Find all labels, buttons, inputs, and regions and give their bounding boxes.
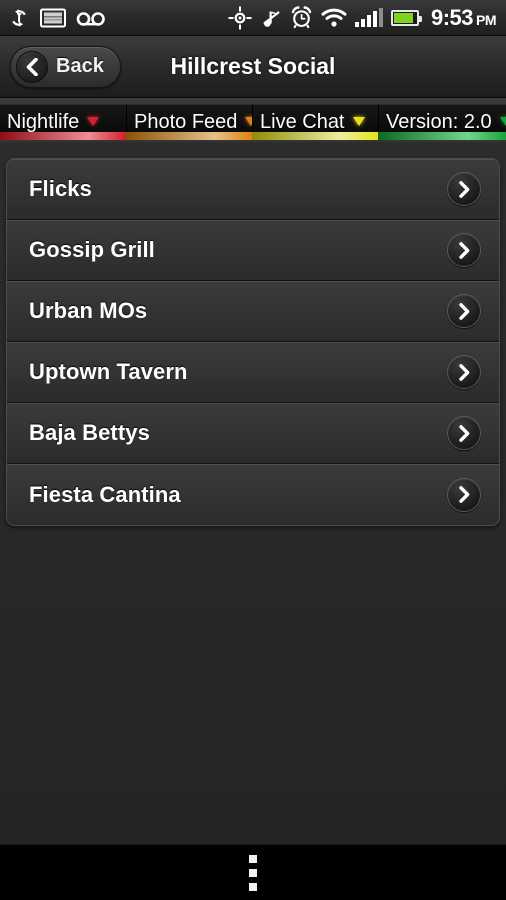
tab-label: Live Chat bbox=[260, 110, 345, 133]
clock-ampm: PM bbox=[476, 11, 497, 28]
tab-marker-triangle-icon bbox=[87, 117, 100, 126]
list-item-label: Urban MOs bbox=[29, 298, 148, 323]
clock-time: 9:53 bbox=[430, 4, 474, 30]
list-item[interactable]: Baja Bettys bbox=[7, 403, 499, 464]
list-item[interactable]: Gossip Grill bbox=[7, 220, 499, 281]
chevron-right-icon[interactable] bbox=[447, 355, 481, 389]
chevron-right-icon[interactable] bbox=[447, 477, 481, 512]
alarm-clock-icon bbox=[290, 6, 313, 29]
wifi-icon bbox=[321, 8, 347, 28]
list-item-label: Uptown Tavern bbox=[29, 359, 188, 384]
tab-underline bbox=[252, 132, 378, 140]
chevron-right-icon[interactable] bbox=[447, 233, 481, 267]
chevron-right-icon[interactable] bbox=[447, 416, 481, 450]
list-item-label: Flicks bbox=[29, 176, 92, 201]
system-navigation-bar bbox=[0, 844, 506, 900]
list-item[interactable]: Flicks bbox=[7, 159, 499, 220]
tab-underline bbox=[378, 132, 506, 140]
content-area: Flicks Gossip Grill Urban MOs Uptown Tavern… bbox=[0, 142, 506, 844]
list-item[interactable]: Uptown Tavern bbox=[7, 342, 499, 403]
tab-label: Nightlife bbox=[7, 110, 80, 133]
title-bar: Back Hillcrest Social bbox=[0, 36, 506, 98]
tab-underline-strip bbox=[0, 132, 506, 140]
tab-underline bbox=[0, 132, 126, 140]
status-bar-clock: 9:53 PM bbox=[430, 4, 497, 31]
status-bar: 9:53 PM bbox=[0, 0, 506, 36]
battery-icon bbox=[390, 9, 422, 26]
list-item-label: Gossip Grill bbox=[29, 237, 155, 262]
music-muted-icon bbox=[260, 7, 282, 29]
tab-label: Photo Feed bbox=[134, 110, 238, 133]
status-bar-left-icons bbox=[8, 7, 106, 29]
venue-list: Flicks Gossip Grill Urban MOs Uptown Tavern… bbox=[6, 158, 500, 526]
list-item-label: Fiesta Cantina bbox=[29, 481, 181, 507]
signal-bars-icon bbox=[354, 7, 383, 27]
gps-location-icon bbox=[228, 6, 252, 30]
overflow-menu-icon[interactable] bbox=[233, 845, 273, 900]
back-button[interactable]: Back bbox=[10, 45, 121, 88]
list-item[interactable]: Fiesta Cantina bbox=[7, 464, 499, 525]
sync-icon bbox=[8, 7, 30, 29]
back-button-label: Back bbox=[56, 55, 104, 77]
screenshot-icon bbox=[40, 8, 66, 28]
chevron-right-icon[interactable] bbox=[447, 172, 481, 206]
chevron-left-icon bbox=[16, 50, 48, 83]
tab-label: Version: 2.0 bbox=[386, 110, 492, 133]
list-item-label: Baja Bettys bbox=[29, 420, 150, 445]
tab-marker-triangle-icon bbox=[499, 117, 506, 126]
chevron-right-icon[interactable] bbox=[447, 294, 481, 328]
voicemail-icon bbox=[76, 10, 106, 26]
tab-marker-triangle-icon bbox=[352, 117, 365, 126]
status-bar-right-icons: 9:53 PM bbox=[228, 4, 497, 31]
phone-screen: 9:53 PM Back Hillcrest Social Nightlife Ph… bbox=[0, 0, 506, 900]
tab-underline bbox=[126, 132, 252, 140]
list-item[interactable]: Urban MOs bbox=[7, 281, 499, 342]
